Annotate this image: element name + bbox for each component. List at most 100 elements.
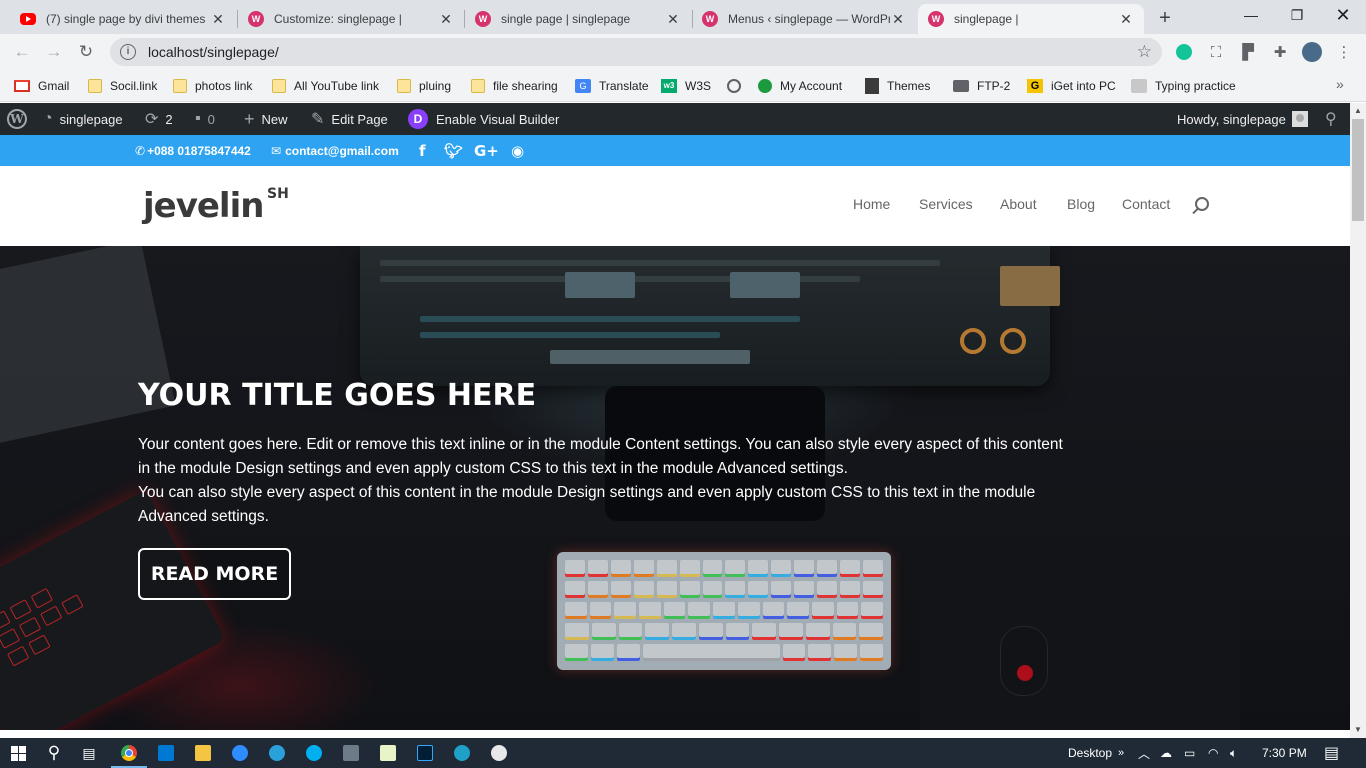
close-icon[interactable]: ✕ bbox=[210, 11, 226, 28]
task-view-button[interactable]: ▤ bbox=[77, 741, 101, 765]
read-more-button[interactable]: READ MORE bbox=[138, 548, 291, 600]
new-tab-button[interactable]: + bbox=[1153, 6, 1177, 30]
nav-about[interactable]: About bbox=[1000, 196, 1037, 212]
site-info-icon[interactable]: i bbox=[120, 44, 136, 60]
bookmark-socil-link[interactable]: Socil.link bbox=[88, 76, 157, 96]
edge-icon bbox=[454, 745, 470, 761]
close-icon[interactable]: ✕ bbox=[1118, 11, 1134, 28]
reload-button[interactable]: ↻ bbox=[74, 40, 98, 64]
bookmark-iget-into-pc[interactable]: GiGet into PC bbox=[1027, 76, 1116, 96]
tab-title: singlepage | bbox=[954, 12, 1019, 26]
nav-blog[interactable]: Blog bbox=[1067, 196, 1095, 212]
scroll-up-icon[interactable]: ▲ bbox=[1350, 103, 1366, 119]
bookmark-youtube-links[interactable]: All YouTube link bbox=[272, 76, 379, 96]
close-icon[interactable]: ✕ bbox=[665, 11, 681, 28]
bookmarks-overflow-icon[interactable]: » bbox=[1336, 76, 1344, 92]
edit-page-label: Edit Page bbox=[331, 111, 388, 127]
tray-battery[interactable]: ▭ bbox=[1184, 738, 1195, 768]
tab-customize[interactable]: W Customize: singlepage | ✕ bbox=[238, 4, 464, 34]
close-icon[interactable]: ✕ bbox=[890, 11, 906, 28]
email-link[interactable]: ✉ contact@gmail.com bbox=[271, 135, 399, 166]
tab-menus[interactable]: W Menus ‹ singlepage — WordPr ✕ bbox=[692, 4, 916, 34]
admin-enable-visual-builder[interactable]: D Enable Visual Builder bbox=[408, 103, 559, 135]
tray-wifi[interactable]: ◠ bbox=[1208, 738, 1218, 768]
admin-comments[interactable]: ▪ 0 bbox=[195, 103, 215, 135]
taskbar-paint[interactable] bbox=[487, 741, 511, 765]
bookmark-gmail[interactable]: Gmail bbox=[14, 76, 69, 96]
bookmark-ftp-2[interactable]: FTP-2 bbox=[953, 76, 1010, 96]
window-close-button[interactable]: ✕ bbox=[1320, 0, 1366, 30]
page-scrollbar[interactable]: ▲ ▼ bbox=[1350, 103, 1366, 738]
search-icon[interactable] bbox=[1195, 197, 1209, 211]
tab-title: Customize: singlepage | bbox=[274, 12, 402, 26]
admin-new[interactable]: + New bbox=[244, 103, 288, 135]
taskbar-vscode[interactable] bbox=[154, 741, 178, 765]
taskbar-calculator[interactable] bbox=[339, 741, 363, 765]
bookmark-globe[interactable] bbox=[727, 76, 749, 96]
scrollbar-thumb[interactable] bbox=[1352, 119, 1364, 221]
browser-tab-strip: (7) single page by divi themes ✕ W Custo… bbox=[0, 0, 1366, 34]
taskbar-notepad[interactable] bbox=[376, 741, 400, 765]
back-button[interactable]: ← bbox=[10, 40, 34, 64]
screen-capture-icon[interactable]: ⛶ bbox=[1206, 42, 1226, 62]
wp-logo-button[interactable]: W bbox=[7, 103, 27, 135]
taskbar-photoshop[interactable] bbox=[413, 741, 437, 765]
nav-services[interactable]: Services bbox=[919, 196, 973, 212]
bookmark-label: Socil.link bbox=[110, 79, 158, 93]
admin-site-name[interactable]: ◔ singlepage bbox=[43, 103, 123, 135]
scroll-down-icon[interactable]: ▼ bbox=[1350, 722, 1366, 738]
address-url[interactable]: localhost/singlepage/ bbox=[148, 44, 1137, 60]
tab-youtube[interactable]: (7) single page by divi themes ✕ bbox=[10, 4, 236, 34]
taskbar-skype[interactable] bbox=[302, 741, 326, 765]
chrome-menu-icon[interactable]: ⋮ bbox=[1334, 42, 1354, 62]
admin-edit-page[interactable]: ✎ Edit Page bbox=[311, 103, 388, 135]
tray-clock[interactable]: 7:30 PM bbox=[1262, 738, 1307, 768]
bookmark-file-shearing[interactable]: file shearing bbox=[471, 76, 558, 96]
grammarly-icon[interactable] bbox=[1174, 42, 1194, 62]
site-logo[interactable]: jevelin bbox=[143, 186, 264, 226]
clock-time: 7:30 PM bbox=[1262, 746, 1307, 760]
google-plus-icon[interactable]: G+ bbox=[474, 135, 499, 166]
admin-account[interactable]: Howdy, singlepage bbox=[1177, 103, 1308, 135]
extension-icon[interactable]: ▛ bbox=[1238, 42, 1258, 62]
start-button[interactable] bbox=[6, 741, 30, 765]
maximize-button[interactable]: ❐ bbox=[1274, 0, 1320, 30]
tab-singlepage-active[interactable]: W singlepage | ✕ bbox=[918, 4, 1144, 34]
action-center-button[interactable]: ▤ bbox=[1324, 738, 1339, 768]
taskbar-zoom[interactable] bbox=[228, 741, 252, 765]
extensions-puzzle-icon[interactable]: ✚ bbox=[1270, 42, 1290, 62]
nav-contact[interactable]: Contact bbox=[1122, 196, 1170, 212]
bookmark-themes[interactable]: Themes bbox=[865, 76, 930, 96]
admin-search[interactable]: ⚲ bbox=[1325, 103, 1337, 135]
twitter-icon[interactable]: 🐦︎ bbox=[444, 135, 463, 166]
close-icon[interactable]: ✕ bbox=[438, 11, 454, 28]
admin-updates[interactable]: ⟳ 2 bbox=[145, 103, 173, 135]
facebook-icon[interactable]: f bbox=[419, 135, 426, 166]
tab-single-page[interactable]: W single page | singlepage ✕ bbox=[465, 4, 691, 34]
address-bar[interactable]: i localhost/singlepage/ ☆ bbox=[110, 38, 1162, 66]
bookmark-photos-link[interactable]: photos link bbox=[173, 76, 252, 96]
minimize-button[interactable]: — bbox=[1228, 0, 1274, 30]
search-button[interactable]: ⚲ bbox=[42, 741, 66, 765]
tray-onedrive[interactable]: ☁ bbox=[1160, 738, 1172, 768]
bookmark-typing-practice[interactable]: Typing practice bbox=[1131, 76, 1236, 96]
taskbar-chrome[interactable] bbox=[111, 741, 147, 768]
skype-icon bbox=[306, 745, 322, 761]
rss-icon[interactable]: ◉ bbox=[511, 135, 524, 166]
forward-button[interactable]: → bbox=[42, 40, 66, 64]
desktop-toolbar[interactable]: Desktop » bbox=[1068, 738, 1124, 768]
nav-home[interactable]: Home bbox=[853, 196, 890, 212]
bookmark-star-icon[interactable]: ☆ bbox=[1137, 42, 1152, 62]
bookmark-pluing[interactable]: pluing bbox=[397, 76, 451, 96]
profile-avatar[interactable] bbox=[1302, 42, 1322, 62]
bookmark-w3s[interactable]: w3 W3S bbox=[661, 76, 711, 96]
taskbar-telegram[interactable] bbox=[265, 741, 289, 765]
phone-link[interactable]: ✆ +088 01875847442 bbox=[135, 135, 251, 166]
tray-volume[interactable]: 🔈︎ bbox=[1230, 738, 1237, 768]
bookmark-translate[interactable]: G Translate bbox=[575, 76, 649, 96]
bookmark-my-account[interactable]: My Account bbox=[758, 76, 842, 96]
search-icon: ⚲ bbox=[47, 743, 61, 762]
tray-overflow[interactable]: ︿ bbox=[1138, 738, 1150, 768]
taskbar-edge[interactable] bbox=[450, 741, 474, 765]
taskbar-file-explorer[interactable] bbox=[191, 741, 215, 765]
